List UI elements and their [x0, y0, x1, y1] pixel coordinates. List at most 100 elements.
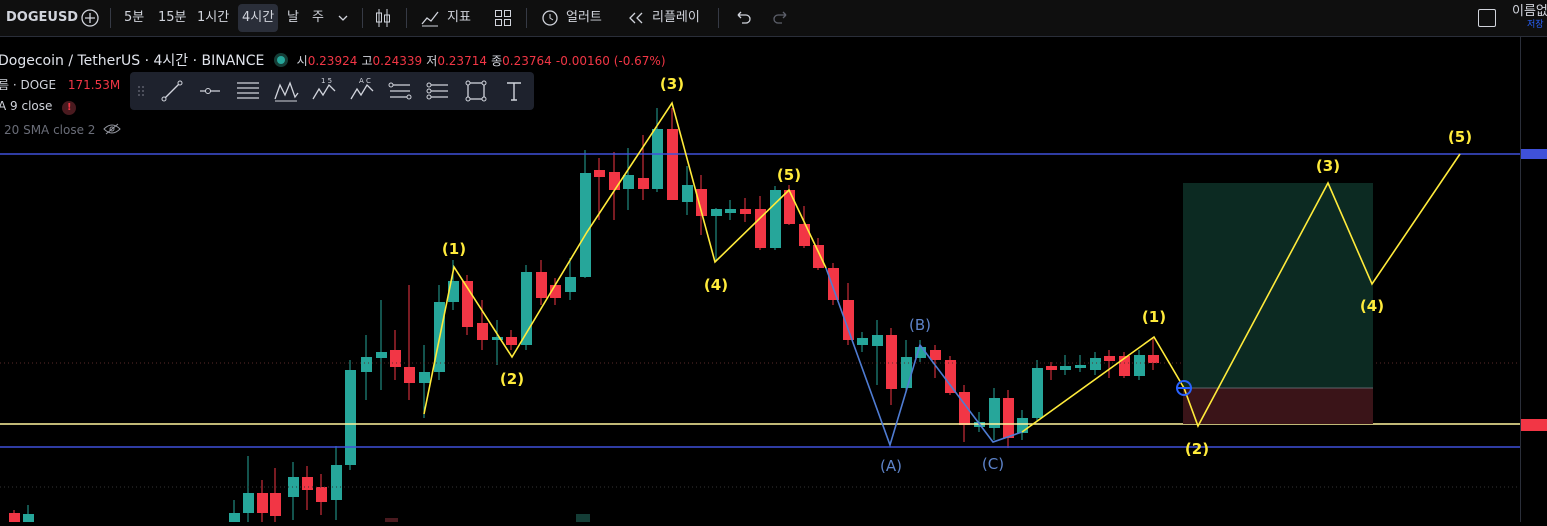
fullscreen-checkbox[interactable]	[1478, 9, 1496, 27]
candle-body	[1032, 368, 1043, 418]
candle-body	[9, 513, 20, 522]
redo-icon[interactable]	[772, 0, 790, 36]
trendline-icon[interactable]	[158, 77, 186, 105]
add-symbol-icon[interactable]	[80, 0, 100, 36]
volume-legend[interactable]: 름 · DOGE 171.53M	[0, 76, 120, 93]
replay-icon[interactable]	[626, 0, 646, 36]
alert-button[interactable]: 얼러트	[566, 0, 602, 36]
candle-body	[740, 209, 751, 214]
svg-text:A C: A C	[359, 77, 371, 85]
candle-body	[243, 493, 254, 513]
candle-body	[477, 323, 488, 340]
volume-label: 름 · DOGE	[0, 78, 57, 92]
new-wave-label-4: (4)	[1360, 297, 1384, 315]
fib-retracement-icon[interactable]	[234, 77, 262, 105]
interval-4h[interactable]: 4시간	[238, 4, 279, 32]
candle-body	[345, 370, 356, 465]
legend-title[interactable]: Dogecoin / TetherUS · 4시간 · BINANCE	[0, 53, 264, 69]
candle-body	[390, 350, 401, 367]
candle-body	[872, 335, 883, 346]
candle-body	[828, 268, 839, 300]
interval-1h[interactable]: 1시간	[197, 0, 229, 36]
volume-value: 171.53M	[67, 78, 121, 92]
elliott-correction-icon[interactable]: A C	[348, 77, 376, 105]
candle-body	[1090, 358, 1101, 370]
drawing-toolbar: 1 5 A C	[130, 72, 534, 110]
market-status-icon	[276, 56, 285, 64]
candle-body	[376, 352, 387, 358]
wave-label-c: (C)	[982, 455, 1004, 473]
candle-body	[1003, 398, 1014, 438]
candle-body	[623, 175, 634, 189]
indicators-button[interactable]: 지표	[447, 0, 471, 36]
alert-icon[interactable]	[540, 0, 560, 36]
low-label: 저	[426, 54, 438, 68]
candle-body	[1104, 356, 1115, 361]
high-label: 고	[361, 54, 373, 68]
sma20-legend[interactable]: 20 SMA close 2	[4, 123, 121, 138]
candle-body	[1075, 365, 1086, 368]
candle-body	[886, 335, 897, 389]
interval-5m[interactable]: 5분	[124, 0, 144, 36]
sma20-label: 20 SMA close 2	[4, 123, 96, 137]
candle-body	[784, 190, 795, 224]
layouts-icon[interactable]	[494, 0, 512, 36]
candle-body	[23, 514, 34, 522]
candle-body	[580, 173, 591, 277]
svg-text:1 5: 1 5	[321, 77, 332, 85]
candle-body	[229, 513, 240, 522]
close-value: 0.23764	[502, 54, 552, 68]
interval-dropdown-icon[interactable]	[337, 0, 349, 36]
interval-week[interactable]: 주	[312, 0, 324, 36]
candle-body	[404, 367, 415, 383]
undo-icon[interactable]	[734, 0, 752, 36]
candle-body	[361, 357, 372, 372]
candle-body	[419, 372, 430, 383]
candle-body	[270, 493, 281, 516]
candle-body	[813, 245, 824, 268]
candle-body	[1134, 355, 1145, 376]
candle-body	[930, 350, 941, 360]
error-icon[interactable]: !	[62, 101, 77, 115]
symbol-search[interactable]: DOGEUSD	[6, 0, 78, 36]
candle-body	[725, 209, 736, 213]
candle-body	[536, 272, 547, 298]
new-wave-label-3: (3)	[1316, 157, 1340, 175]
low-value: 0.23714	[437, 54, 487, 68]
candle-body	[594, 170, 605, 177]
candle-body	[857, 338, 868, 345]
open-value: 0.23924	[307, 54, 358, 68]
price-scale[interactable]	[1520, 37, 1547, 522]
drag-handle-icon[interactable]	[134, 77, 148, 105]
candle-type-icon[interactable]	[374, 0, 392, 36]
candle-body	[945, 360, 956, 393]
symbol-legend: Dogecoin / TetherUS · 4시간 · BINANCE 시0.2…	[0, 50, 666, 70]
wave-label-4: (4)	[704, 276, 728, 294]
hidden-eye-icon[interactable]	[103, 123, 121, 138]
new-wave-label-2: (2)	[1185, 440, 1209, 458]
candle-body	[901, 357, 912, 388]
new-wave-label-1: (1)	[1142, 308, 1166, 326]
wave-label-b: (B)	[909, 316, 931, 334]
projection-icon[interactable]	[386, 77, 414, 105]
candle-body	[302, 477, 313, 490]
wave-label-2: (2)	[500, 370, 524, 388]
horizontal-ray-icon[interactable]	[196, 77, 224, 105]
interval-15m[interactable]: 15분	[158, 0, 187, 36]
pattern-icon[interactable]	[272, 77, 300, 105]
elliott-impulse-icon[interactable]: 1 5	[310, 77, 338, 105]
loss-zone	[1183, 388, 1373, 424]
long-position-icon[interactable]	[424, 77, 452, 105]
candle-body	[1060, 366, 1071, 370]
indicators-icon[interactable]	[420, 0, 440, 36]
interval-day[interactable]: 날	[287, 0, 299, 36]
replay-button[interactable]: 리플레이	[652, 0, 700, 36]
candle-body	[331, 465, 342, 500]
rectangle-icon[interactable]	[462, 77, 490, 105]
ma9-legend[interactable]: A 9 close !	[0, 99, 77, 115]
text-tool-icon[interactable]	[500, 77, 528, 105]
volume-bar	[385, 518, 398, 522]
candle-body	[652, 129, 663, 189]
wave-line-recent	[1021, 335, 1185, 433]
candle-body	[288, 477, 299, 497]
